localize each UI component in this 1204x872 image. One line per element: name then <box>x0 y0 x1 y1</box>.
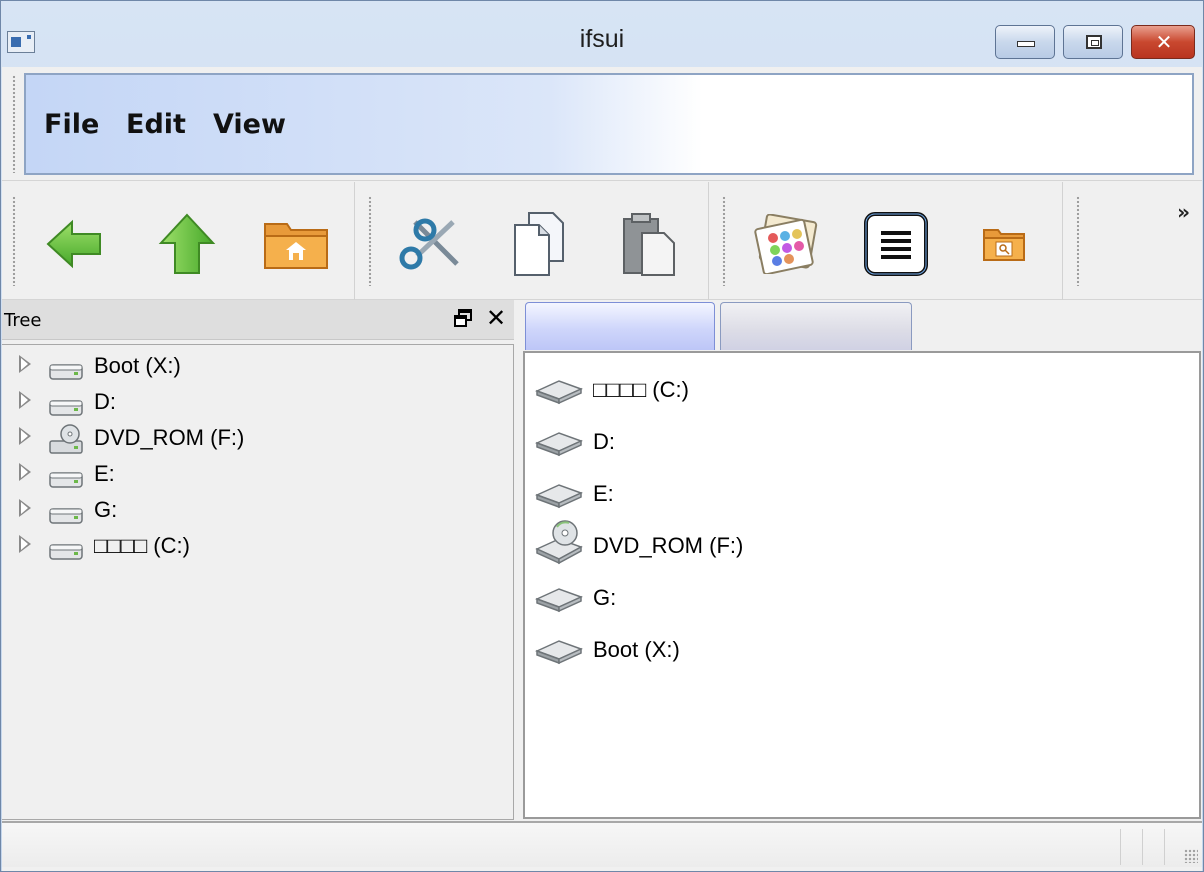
drive-icon <box>48 387 84 419</box>
paste-button[interactable] <box>609 204 689 284</box>
view-icons-icon <box>754 214 818 274</box>
list-item[interactable]: G: <box>525 569 1195 619</box>
drive-icon <box>48 459 84 491</box>
drive-list: □□□□ (C:) D: E: DVD_ROM (F:) G: Boot (X:… <box>523 351 1201 819</box>
menu-edit[interactable]: Edit <box>126 109 186 140</box>
tree-item[interactable]: E: <box>2 457 502 493</box>
close-button[interactable]: ✕ <box>1131 25 1195 59</box>
icon-view-button[interactable] <box>746 204 826 284</box>
caption-buttons: ✕ <box>995 25 1195 59</box>
menu-toolbar: File Edit View <box>2 67 1202 181</box>
float-icon[interactable] <box>454 309 472 332</box>
tree-item[interactable]: DVD_ROM (F:) <box>2 421 502 457</box>
paste-icon <box>623 213 675 276</box>
toolbar-edit <box>356 182 709 300</box>
tree-item-label: □□□□ (C:) <box>94 533 190 558</box>
copy-button[interactable] <box>499 204 579 284</box>
toolbar-area: » <box>2 182 1202 300</box>
dock-title: Tree <box>4 310 42 331</box>
menu-view[interactable]: View <box>213 109 286 140</box>
drive-icon <box>533 571 585 617</box>
drive-icon <box>533 415 585 461</box>
search-folder-icon <box>983 229 1025 261</box>
drive-icon <box>533 363 585 409</box>
search-folder-button[interactable] <box>964 204 1044 284</box>
dock-title-bar[interactable]: Tree ✕ <box>2 300 514 340</box>
tree-item-label: D: <box>94 389 116 414</box>
back-button[interactable] <box>34 204 114 284</box>
drive-tree: Boot (X:) D: DVD_ROM (F:) E: G: □□□□ (C:… <box>2 344 514 820</box>
status-bar <box>2 821 1202 867</box>
status-separator <box>1164 829 1165 865</box>
list-item[interactable]: E: <box>525 465 1195 515</box>
status-separator <box>1142 829 1143 865</box>
tree-item-label: G: <box>94 497 118 522</box>
up-button[interactable] <box>147 204 227 284</box>
copy-icon <box>514 212 564 276</box>
tree-item[interactable]: G: <box>2 493 502 529</box>
cut-icon <box>399 218 459 270</box>
list-item[interactable]: □□□□ (C:) <box>525 361 1195 411</box>
list-item-label: Boot (X:) <box>593 637 680 662</box>
tree-dock: Tree ✕ Boot (X:) D: DVD_ROM (F:) E: G: □… <box>2 300 514 820</box>
drive-icon <box>533 623 585 669</box>
maximize-button[interactable] <box>1063 25 1123 59</box>
toolbar-grip[interactable] <box>12 196 16 286</box>
tree-item-label: DVD_ROM (F:) <box>94 425 245 450</box>
title-bar[interactable]: ifsui ✕ <box>1 1 1203 67</box>
tree-item[interactable]: □□□□ (C:) <box>2 529 502 565</box>
view-list-icon <box>864 212 928 276</box>
list-item[interactable]: DVD_ROM (F:) <box>525 517 1195 567</box>
dvd-drive-icon <box>533 519 585 565</box>
dvd-drive-icon <box>48 423 84 455</box>
toolbar-grip[interactable] <box>722 196 726 286</box>
menu-bar: File Edit View <box>24 73 1194 175</box>
list-item-label: G: <box>593 585 617 610</box>
list-item-label: E: <box>593 481 614 506</box>
toolbar-overflow-button[interactable]: » <box>1177 200 1190 224</box>
back-arrow-icon <box>46 219 101 269</box>
tree-item-label: E: <box>94 461 115 486</box>
dock-close-icon[interactable]: ✕ <box>486 304 506 332</box>
toolbar-grip[interactable] <box>1076 196 1080 286</box>
status-separator <box>1120 829 1121 865</box>
cut-button[interactable] <box>390 204 470 284</box>
tree-item-label: Boot (X:) <box>94 353 181 378</box>
close-icon: ✕ <box>1155 30 1173 54</box>
up-arrow-icon <box>158 213 216 274</box>
list-item[interactable]: D: <box>525 413 1195 463</box>
size-grip[interactable] <box>1184 849 1198 863</box>
home-button[interactable] <box>256 204 336 284</box>
drive-icon <box>48 495 84 527</box>
minimize-icon <box>1017 41 1035 47</box>
list-item-label: D: <box>593 429 615 454</box>
minimize-button[interactable] <box>995 25 1055 59</box>
toolbar-grip[interactable] <box>368 196 372 286</box>
client-area: File Edit View » Tree ✕ Boot (X:) D: DVD… <box>2 67 1202 871</box>
app-window: ifsui ✕ File Edit View » Tree ✕ Boot (X:… <box>0 0 1204 872</box>
toolbar-navigation <box>2 182 355 300</box>
list-view-button[interactable] <box>856 204 936 284</box>
list-item-label: DVD_ROM (F:) <box>593 533 744 558</box>
tree-item[interactable]: D: <box>2 385 502 421</box>
home-folder-icon <box>264 223 328 269</box>
maximize-icon <box>1086 35 1102 49</box>
toolbar-grip[interactable] <box>12 75 16 173</box>
tree-item[interactable]: Boot (X:) <box>2 349 502 385</box>
menu-file[interactable]: File <box>44 109 99 140</box>
tab-bar <box>523 302 1203 352</box>
drive-icon <box>533 467 585 513</box>
toolbar-view <box>710 182 1063 300</box>
tab-2[interactable] <box>720 302 912 350</box>
toolbar-overflow: » <box>1064 182 1202 300</box>
list-item[interactable]: Boot (X:) <box>525 621 1195 671</box>
tab-1[interactable] <box>525 302 715 350</box>
drive-icon <box>48 351 84 383</box>
list-item-label: □□□□ (C:) <box>593 377 689 402</box>
drive-icon <box>48 531 84 563</box>
